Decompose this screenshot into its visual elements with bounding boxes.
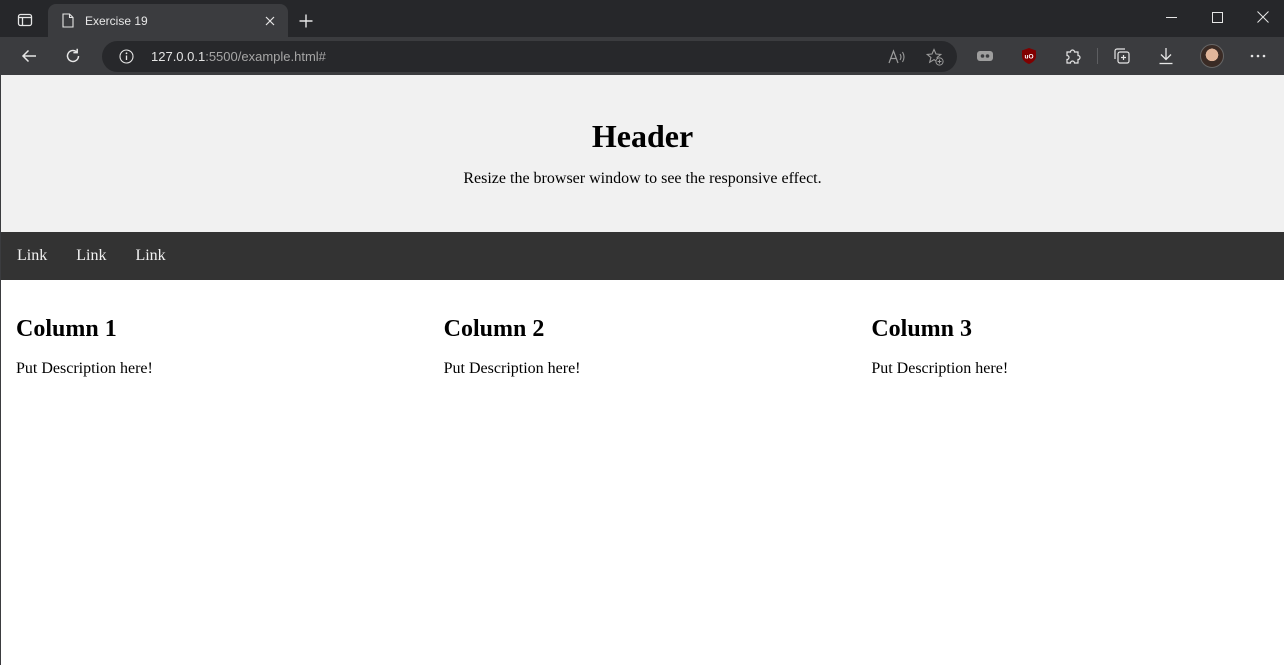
column-title: Column 2	[443, 316, 545, 342]
page-subtitle: Resize the browser window to see the res…	[463, 170, 822, 187]
info-icon[interactable]	[118, 48, 135, 65]
column-title: Column 3	[871, 316, 972, 342]
page-viewport: Header Resize the browser window to see …	[0, 75, 1284, 665]
reload-icon[interactable]	[58, 42, 88, 70]
nav-link-1[interactable]: Link	[1, 232, 63, 280]
maximize-icon[interactable]	[1194, 0, 1240, 34]
column-title: Column 1	[16, 316, 117, 342]
column-1: Column 1 Put Description here!	[1, 280, 429, 394]
nav-link-2[interactable]: Link	[60, 232, 122, 280]
top-nav: Link Link Link	[1, 232, 1284, 280]
collections-icon[interactable]	[1109, 44, 1135, 68]
column-description: Put Description here!	[16, 360, 153, 377]
svg-text:uO: uO	[1024, 54, 1033, 61]
page-header: Header Resize the browser window to see …	[1, 75, 1284, 232]
download-icon[interactable]	[1153, 44, 1179, 68]
vpn-extension-icon[interactable]	[972, 44, 998, 68]
arrow-left-icon[interactable]	[14, 42, 44, 70]
page-title: Header	[591, 118, 694, 154]
browser-toolbar: 127.0.0.1:5500/example.html# uO	[0, 37, 1284, 75]
column-description: Put Description here!	[443, 360, 581, 377]
minimize-icon[interactable]	[1148, 0, 1194, 34]
close-icon[interactable]	[260, 11, 280, 31]
plus-icon[interactable]	[294, 9, 318, 33]
column-2: Column 2 Put Description here!	[429, 280, 857, 394]
read-aloud-icon[interactable]	[886, 47, 908, 67]
toolbar-divider	[1097, 48, 1098, 64]
favorite-add-icon[interactable]	[924, 47, 946, 67]
url-text[interactable]: 127.0.0.1:5500/example.html#	[151, 49, 326, 64]
browser-tab[interactable]: Exercise 19	[48, 4, 288, 37]
browser-tab-strip: Exercise 19	[0, 0, 1284, 37]
ublock-origin-icon[interactable]: uO	[1016, 44, 1042, 68]
column-3: Column 3 Put Description here!	[856, 280, 1284, 394]
more-icon[interactable]	[1244, 44, 1272, 68]
url-host: 127.0.0.1	[151, 49, 206, 64]
puzzle-icon[interactable]	[1060, 44, 1086, 68]
address-bar[interactable]: 127.0.0.1:5500/example.html#	[102, 41, 957, 72]
window-close-icon[interactable]	[1240, 0, 1284, 34]
column-description: Put Description here!	[871, 360, 1009, 377]
columns-row: Column 1 Put Description here! Column 2 …	[1, 280, 1284, 394]
tab-actions-icon[interactable]	[6, 6, 44, 34]
url-path: :5500/example.html#	[205, 49, 326, 64]
page-icon	[60, 13, 76, 29]
tab-title: Exercise 19	[85, 13, 148, 28]
avatar[interactable]	[1200, 44, 1224, 68]
nav-link-3[interactable]: Link	[119, 232, 181, 280]
